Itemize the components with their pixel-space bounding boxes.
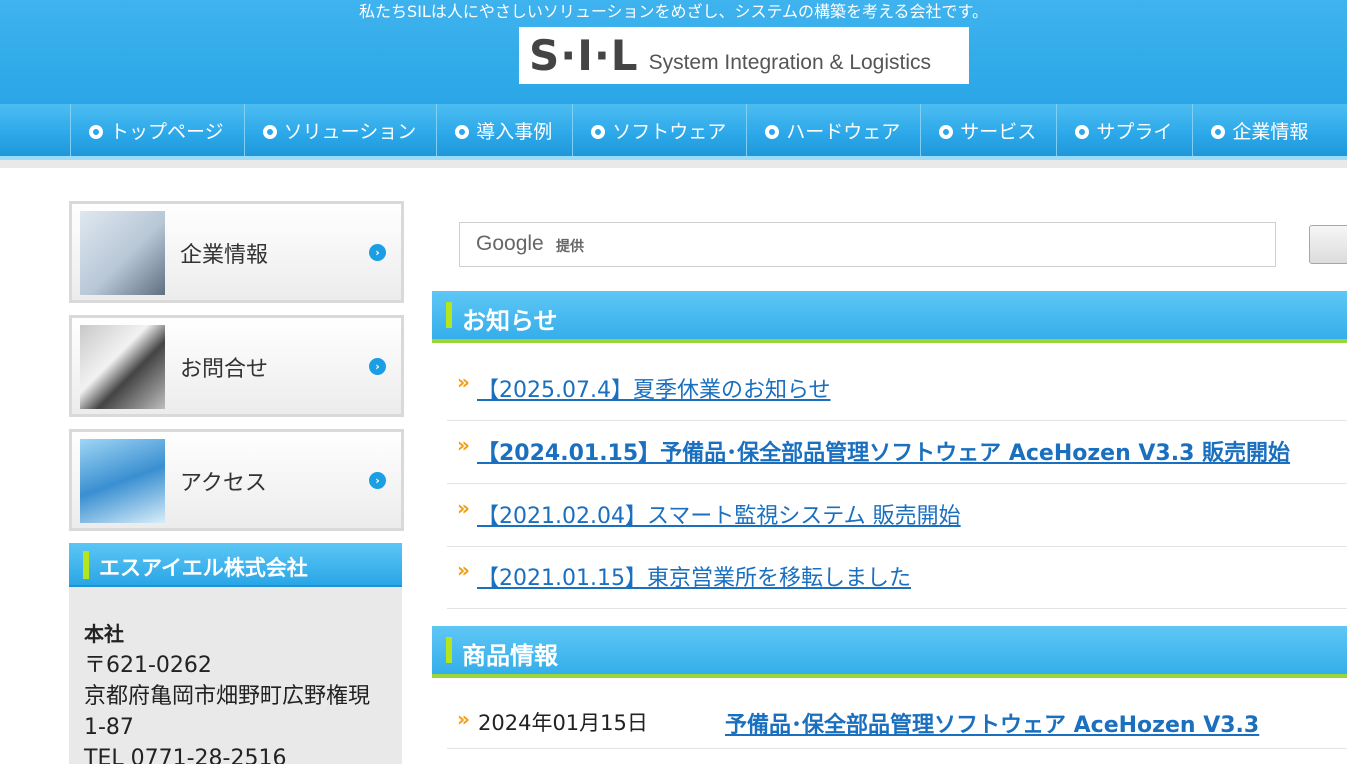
products-title: 商品情報 (462, 642, 558, 670)
news-link[interactable]: 【2025.07.4】夏季休業のお知らせ (477, 372, 831, 404)
header-accent-bar (446, 302, 452, 328)
nav-label: ハードウェア (786, 120, 901, 143)
search-button[interactable] (1309, 225, 1347, 264)
chevron-right-icon: › (369, 472, 386, 489)
main-nav: トップページ ソリューション 導入事例 ソフトウェア ハードウェア サービス サ… (0, 104, 1347, 160)
sidebar-card-contact[interactable]: お問合せ › (69, 315, 404, 417)
address-line-2: 1-87 (84, 715, 134, 740)
google-logo: Google (476, 232, 544, 255)
nav-item-top[interactable]: トップページ (70, 104, 244, 156)
bullet-icon (89, 125, 103, 139)
news-section-header: お知らせ (432, 291, 1347, 343)
news-item: » 【2021.02.04】スマート監視システム 販売開始 (447, 484, 1347, 547)
product-date: 2024年01月15日 (478, 711, 648, 735)
news-title: お知らせ (462, 307, 558, 335)
header-accent-bar (446, 637, 452, 663)
bullet-icon (1075, 125, 1090, 139)
sidebar-card-company[interactable]: 企業情報 › (69, 201, 404, 303)
nav-item-software[interactable]: ソフトウェア (572, 104, 746, 156)
building-image (80, 439, 165, 523)
business-people-image (80, 211, 165, 295)
nav-label: ソフトウェア (612, 120, 727, 143)
double-chevron-icon: » (457, 558, 470, 582)
logo-subtitle: System Integration & Logistics (648, 50, 932, 74)
site-logo[interactable]: S·I·L System Integration & Logistics (519, 27, 969, 84)
bullet-icon (262, 125, 277, 139)
product-row: » 2024年01月15日 予備品･保全部品管理ソフトウェア AceHozen … (447, 691, 1347, 749)
sidebar-card-label: アクセス (180, 471, 267, 496)
bullet-icon (939, 125, 954, 139)
bullet-icon (1211, 125, 1226, 139)
double-chevron-icon: » (457, 707, 470, 731)
sidebar-card-label: お問合せ (180, 357, 269, 382)
double-chevron-icon: » (457, 496, 470, 520)
hq-label: 本社 (84, 622, 124, 646)
nav-item-solution[interactable]: ソリューション (243, 104, 437, 156)
company-info-body: 本社 〒621-0262 京都府亀岡市畑野町広野権現 1-87 TEL 0771… (69, 587, 402, 764)
nav-item-company[interactable]: 企業情報 (1192, 104, 1328, 156)
chevron-right-icon: › (369, 358, 386, 375)
nav-item-hardware[interactable]: ハードウェア (746, 104, 920, 156)
address-line-1: 京都府亀岡市畑野町広野権現 (84, 684, 371, 709)
news-item: » 【2025.07.4】夏季休業のお知らせ (447, 358, 1347, 421)
chevron-right-icon: › (369, 244, 386, 261)
news-item: » 【2021.01.15】東京営業所を移転しました (447, 546, 1347, 609)
news-link[interactable]: 【2021.01.15】東京営業所を移転しました (477, 560, 911, 592)
smartphone-image (80, 325, 165, 409)
products-section-header: 商品情報 (432, 626, 1347, 678)
nav-label: サービス (960, 120, 1037, 143)
news-link[interactable]: 【2024.01.15】予備品･保全部品管理ソフトウェア AceHozen V3… (477, 435, 1290, 467)
search-input[interactable]: Google 提供 (459, 222, 1276, 267)
company-info-header: エスアイエル株式会社 (69, 543, 402, 587)
site-tagline: 私たちSILは人にやさしいソリューションをめざし、システムの構築を考える会社です… (359, 2, 988, 21)
logo-mark: S·I·L (529, 31, 639, 80)
news-link[interactable]: 【2021.02.04】スマート監視システム 販売開始 (477, 498, 961, 530)
telephone: TEL 0771-28-2516 (84, 746, 287, 764)
postal-code: 〒621-0262 (84, 653, 212, 678)
bullet-icon (455, 125, 470, 139)
search-provided-label: 提供 (556, 239, 584, 255)
sidebar-card-access[interactable]: アクセス › (69, 429, 404, 531)
bullet-icon (591, 125, 606, 139)
nav-label: 企業情報 (1232, 120, 1309, 143)
nav-label: サプライ (1096, 120, 1173, 143)
product-link[interactable]: 予備品･保全部品管理ソフトウェア AceHozen V3.3 (725, 707, 1259, 739)
nav-divider (0, 160, 1347, 168)
nav-label: 導入事例 (476, 120, 553, 143)
bullet-icon (765, 125, 780, 139)
header-accent-bar (83, 551, 89, 579)
nav-item-cases[interactable]: 導入事例 (436, 104, 572, 156)
double-chevron-icon: » (457, 433, 470, 457)
nav-item-supply[interactable]: サプライ (1056, 104, 1192, 156)
news-item: » 【2024.01.15】予備品･保全部品管理ソフトウェア AceHozen … (447, 421, 1347, 484)
nav-label: ソリューション (283, 120, 417, 143)
nav-label: トップページ (110, 120, 224, 143)
sidebar-card-label: 企業情報 (180, 243, 269, 268)
nav-item-service[interactable]: サービス (920, 104, 1056, 156)
site-header: 私たちSILは人にやさしいソリューションをめざし、システムの構築を考える会社です… (0, 0, 1347, 104)
company-name: エスアイエル株式会社 (99, 556, 308, 580)
double-chevron-icon: » (457, 370, 470, 394)
